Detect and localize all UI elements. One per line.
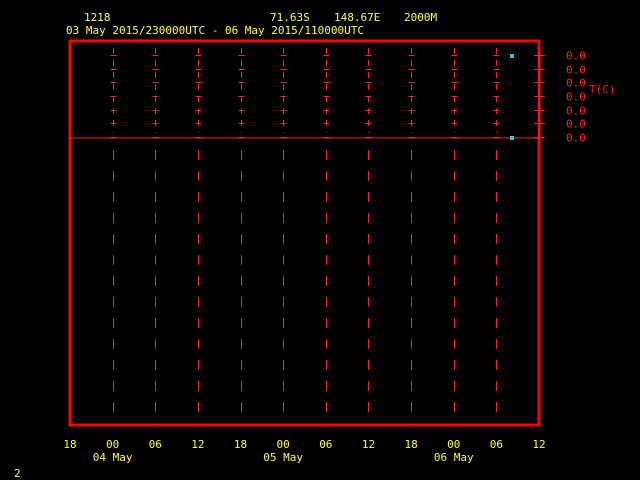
y-tick-label: 0.0: [566, 105, 586, 118]
x-tick-label: 00: [447, 438, 460, 451]
x-tick-label: 18: [234, 438, 247, 451]
x-tick-label: 06: [149, 438, 162, 451]
frame-number: 2: [14, 467, 21, 480]
x-date-label: 04 May: [93, 451, 133, 464]
y-tick-label: 0.0: [566, 77, 586, 90]
y-tick-label: 0.0: [566, 118, 586, 131]
chart-area: 0.00.00.00.00.00.00.0T(C)18 00 06 12 18 00 06 1…: [63, 39, 616, 464]
x-tick-label: 00: [277, 438, 290, 451]
y-axis-label: T(C): [589, 83, 616, 96]
data-point-marker: [510, 54, 514, 58]
data-point-marker: [510, 136, 514, 140]
x-tick-label: 00: [106, 438, 119, 451]
x-tick-label: 12: [532, 438, 545, 451]
x-tick-label: 18: [404, 438, 417, 451]
x-tick-label: 18: [63, 438, 76, 451]
x-date-label: 06 May: [434, 451, 474, 464]
x-tick-label: 06: [490, 438, 503, 451]
y-tick-label: 0.0: [566, 132, 586, 145]
plot-window: 1218 71.63S 148.67E 2000M 03 May 2015/23…: [0, 0, 640, 480]
y-tick-label: 0.0: [566, 91, 586, 104]
x-tick-label: 12: [191, 438, 204, 451]
x-date-label: 05 May: [263, 451, 303, 464]
y-tick-label: 0.0: [566, 50, 586, 63]
y-tick-label: 0.0: [566, 64, 586, 77]
x-tick-label: 06: [319, 438, 332, 451]
x-tick-label: 12: [362, 438, 375, 451]
plot-frame: [68, 39, 541, 427]
